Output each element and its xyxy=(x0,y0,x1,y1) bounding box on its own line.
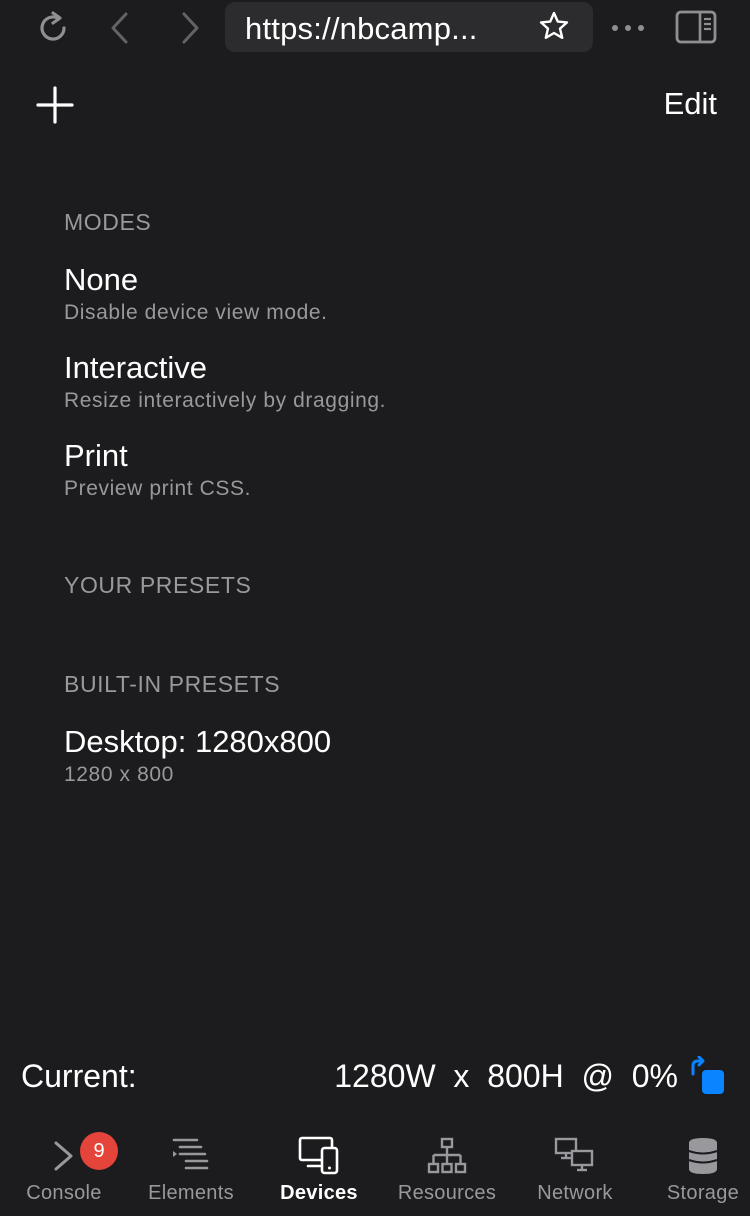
current-value: 1280W x 800H @ 0% xyxy=(334,1058,678,1094)
preset-subtitle: 1280 x 800 xyxy=(64,763,174,786)
tab-resources[interactable]: Resources xyxy=(383,1120,511,1216)
tab-label: Devices xyxy=(280,1182,358,1204)
resources-icon xyxy=(423,1134,471,1178)
builtin-presets-header: BUILT-IN PRESETS xyxy=(64,671,281,697)
current-label: Current: xyxy=(21,1058,137,1094)
mode-subtitle: Disable device view mode. xyxy=(64,301,328,324)
preset-title: Desktop: 1280x800 xyxy=(64,724,332,759)
sidebar-icon[interactable] xyxy=(672,6,720,48)
forward-icon[interactable] xyxy=(170,8,210,48)
devices-icon xyxy=(295,1134,343,1178)
mode-title: Print xyxy=(64,438,128,473)
modes-header: MODES xyxy=(64,209,152,235)
tab-label: Storage xyxy=(666,1182,740,1204)
devices-panel: https://nbcamp... Edit MODES None Disabl… xyxy=(0,0,750,1216)
tab-console[interactable]: 9 Console xyxy=(0,1120,128,1216)
url-text: https://nbcamp... xyxy=(245,11,478,46)
tab-label: Resources xyxy=(397,1182,497,1204)
tab-devices[interactable]: Devices xyxy=(255,1120,383,1216)
reload-icon[interactable] xyxy=(32,8,76,48)
console-badge: 9 xyxy=(80,1132,118,1170)
more-icon[interactable] xyxy=(606,8,650,48)
browser-toolbar: https://nbcamp... xyxy=(0,0,750,56)
mode-title: None xyxy=(64,262,139,297)
tab-label: Network xyxy=(537,1182,613,1204)
tab-label: Elements xyxy=(148,1182,234,1204)
tab-elements[interactable]: Elements xyxy=(127,1120,255,1216)
plus-icon[interactable] xyxy=(34,84,76,126)
tab-network[interactable]: Network xyxy=(511,1120,639,1216)
network-icon xyxy=(551,1134,599,1178)
elements-icon xyxy=(167,1134,215,1178)
mode-title: Interactive xyxy=(64,350,208,385)
rotate-icon[interactable] xyxy=(688,1055,728,1098)
mode-subtitle: Resize interactively by dragging. xyxy=(64,389,387,412)
mode-subtitle: Preview print CSS. xyxy=(64,477,252,500)
back-icon[interactable] xyxy=(100,8,140,48)
star-icon[interactable] xyxy=(536,6,572,46)
edit-button[interactable]: Edit xyxy=(664,86,717,122)
your-presets-header: YOUR PRESETS xyxy=(64,572,252,598)
tab-label: Console xyxy=(26,1182,102,1204)
storage-icon xyxy=(679,1134,727,1178)
tab-bar: 9 Console Elements Devices Resources Net… xyxy=(0,1120,750,1216)
tab-storage[interactable]: Storage xyxy=(639,1120,750,1216)
